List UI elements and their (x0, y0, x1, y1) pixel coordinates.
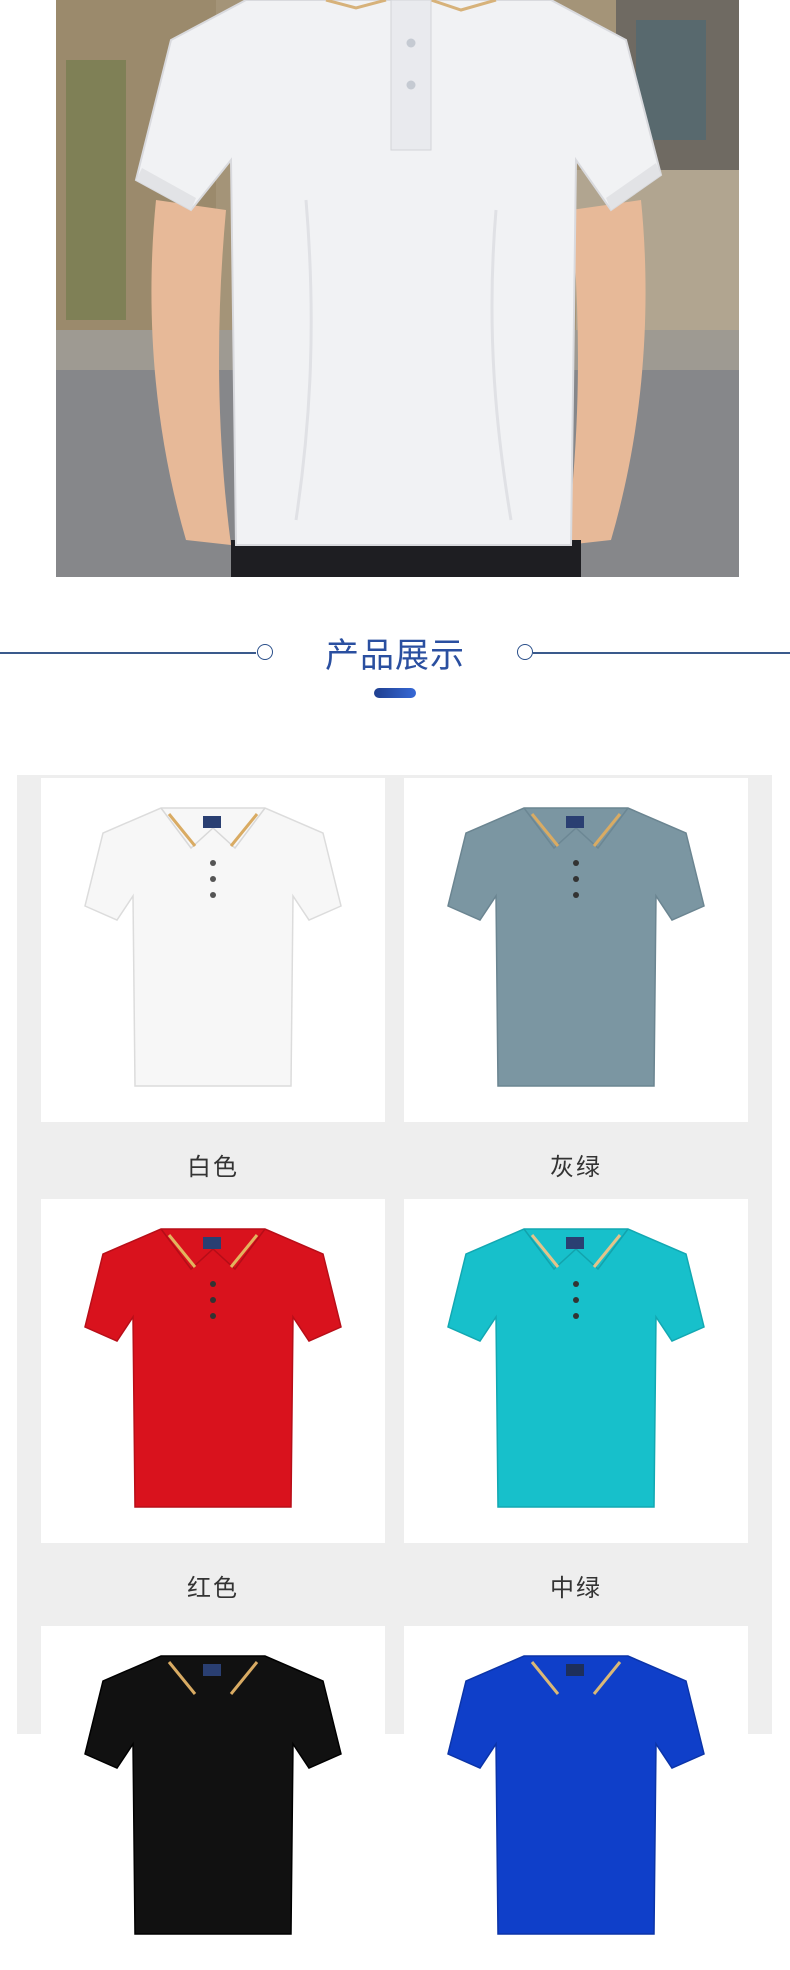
product-label: 灰绿 (550, 1153, 602, 1181)
title-divider-right-dot (517, 644, 533, 660)
product-label: 白色 (187, 1153, 239, 1181)
product-card-royal-blue[interactable] (404, 1626, 748, 1970)
polo-shirt-shape (447, 807, 705, 1087)
product-card-grey-green[interactable] (404, 778, 748, 1122)
polo-shirt-shape (447, 1655, 705, 1935)
product-card-white[interactable] (41, 778, 385, 1122)
polo-shirt-image (84, 1655, 342, 1935)
title-divider-right (533, 652, 790, 654)
section-header: 产品展示 (0, 620, 790, 700)
product-label: 中绿 (550, 1574, 602, 1602)
title-underline-bar (374, 688, 416, 698)
product-grid: 白色 灰绿 红色 中绿 (17, 775, 772, 1970)
polo-shirt-shape (84, 1228, 342, 1508)
polo-shirt-shape (84, 1655, 342, 1935)
polo-shirt-image (84, 807, 342, 1087)
polo-shirt-image (447, 1655, 705, 1935)
model-wearing-white-polo-image (56, 0, 739, 577)
polo-shirt-image (447, 1228, 705, 1508)
product-card-red[interactable] (41, 1199, 385, 1543)
polo-shirt-shape (447, 1228, 705, 1508)
product-card-black[interactable] (41, 1626, 385, 1970)
polo-shirt-image (84, 1228, 342, 1508)
polo-shirt-image (447, 807, 705, 1087)
product-card-mid-green[interactable] (404, 1199, 748, 1543)
polo-shirt-shape (84, 807, 342, 1087)
product-label: 红色 (187, 1574, 239, 1602)
hero-photo (56, 0, 739, 577)
